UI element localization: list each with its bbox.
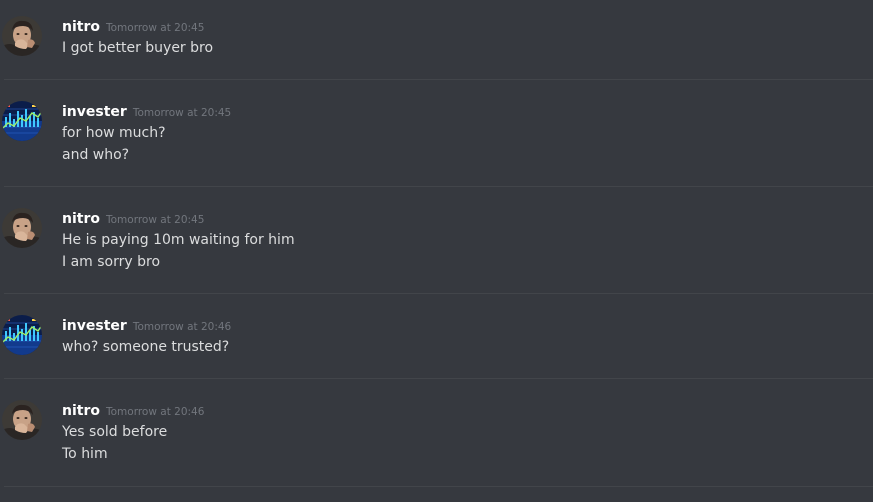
message-line: I am sorry bro	[62, 254, 161, 270]
nitro-avatar-icon[interactable]	[2, 16, 42, 56]
message-divider	[4, 186, 873, 187]
message-header: invester Tomorrow at 20:45	[62, 101, 232, 120]
message-line: for how much?	[62, 125, 166, 141]
message-line: and who?	[62, 147, 130, 163]
message-header: nitro Tomorrow at 20:46	[62, 400, 205, 419]
message-content: who? someone trusted?	[62, 336, 229, 358]
message-header: nitro Tomorrow at 20:45	[62, 16, 205, 35]
timestamp: Tomorrow at 20:46	[132, 321, 232, 333]
username[interactable]: invester	[62, 318, 127, 334]
message-line: I got better buyer bro	[62, 40, 214, 56]
timestamp: Tomorrow at 20:45	[132, 107, 232, 119]
username[interactable]: nitro	[62, 403, 100, 419]
message-line: To him	[62, 446, 108, 462]
message-content: I got better buyer bro	[62, 37, 213, 59]
message-divider	[4, 378, 873, 379]
message-header: nitro Tomorrow at 20:45	[62, 208, 205, 227]
timestamp: Tomorrow at 20:45	[105, 22, 205, 34]
invester-avatar-icon[interactable]	[2, 101, 42, 141]
message-divider	[4, 486, 873, 487]
invester-avatar-icon[interactable]	[2, 315, 42, 355]
username[interactable]: invester	[62, 104, 127, 120]
message-divider	[4, 293, 873, 294]
message-line: He is paying 10m waiting for him	[62, 232, 295, 248]
message-content: He is paying 10m waiting for him I am so…	[62, 229, 295, 273]
message-header: invester Tomorrow at 20:46	[62, 315, 232, 334]
timestamp: Tomorrow at 20:46	[105, 406, 205, 418]
username[interactable]: nitro	[62, 19, 100, 35]
message-list: nitro Tomorrow at 20:45 I got better buye…	[0, 0, 873, 502]
nitro-avatar-icon[interactable]	[2, 208, 42, 248]
timestamp: Tomorrow at 20:45	[105, 214, 205, 226]
message-divider	[4, 79, 873, 80]
message-content: Yes sold before To him	[62, 421, 167, 465]
message-content: for how much? and who?	[62, 122, 166, 166]
nitro-avatar-icon[interactable]	[2, 400, 42, 440]
message-line: who? someone trusted?	[62, 339, 230, 355]
username[interactable]: nitro	[62, 211, 100, 227]
message-line: Yes sold before	[62, 424, 168, 440]
